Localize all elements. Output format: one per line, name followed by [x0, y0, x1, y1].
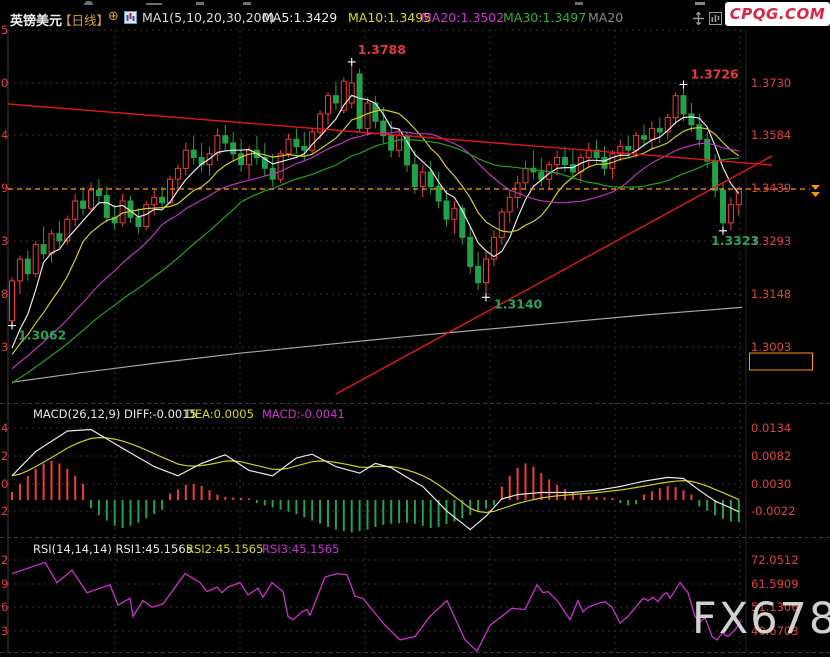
axis-label: 61.5909	[751, 577, 799, 591]
ma20-line	[11, 130, 739, 370]
axis-label: 3	[1, 234, 8, 248]
axis-label: 0.0134	[751, 421, 791, 435]
axis-label: 1.3148	[751, 287, 791, 301]
ma30-value: MA30:1.3497	[503, 10, 587, 25]
axis-label: 4	[1, 421, 8, 435]
macd-params-diff: MACD(26,12,9) DIFF:-0.0015	[33, 407, 197, 421]
ma200-value: MA20	[588, 10, 624, 25]
axis-label: 9	[1, 577, 8, 591]
macd-dea-value: DEA:0.0005	[186, 407, 254, 421]
trading-app: 1.3730 1.3584 1.3439 1.3293 1.3148 1.3003 5 0 4 9…	[0, 0, 830, 657]
rsi2-value: RSI2:45.1565	[186, 542, 264, 556]
axis-label: 1.3730	[751, 76, 791, 90]
axis-label: 9	[1, 181, 8, 195]
axis-label: 6	[1, 600, 8, 614]
symbol-name[interactable]: 英镑美元	[10, 10, 62, 29]
rsi-line	[11, 561, 742, 653]
price-annotation: 1.3140	[494, 296, 543, 311]
gridlines	[8, 29, 746, 652]
last-price-box	[749, 352, 813, 371]
axis-label: 8	[1, 287, 8, 301]
rsi-params-rsi1: RSI(14,14,14) RSI1:45.1565	[33, 542, 193, 556]
price-line-marker-icon[interactable]	[811, 185, 820, 197]
period-selector[interactable]: 【日线】	[59, 10, 109, 29]
axis-label: 0.0082	[751, 449, 791, 463]
axis-label: 0.0030	[751, 477, 791, 491]
indicator-window-icon[interactable]	[709, 12, 722, 25]
extreme-cross-marker	[679, 80, 688, 89]
trendline-ascending[interactable]	[335, 155, 773, 395]
ma20-value: MA20:1.3502	[421, 10, 505, 25]
axis-label: 72.0512	[751, 553, 799, 567]
axis-label: 1.3439	[751, 181, 791, 195]
ma-config-label: MA1(5,10,20,30,200)	[142, 10, 275, 25]
axis-label: 0	[1, 477, 8, 491]
extreme-cross-marker	[347, 57, 356, 66]
extreme-cross-marker	[8, 321, 16, 330]
cpqg-logo-text: CPQG.COM	[729, 5, 826, 23]
fx678-watermark: FX678	[692, 594, 830, 644]
price-annotation: 1.3062	[18, 328, 66, 343]
pan-icon[interactable]	[692, 12, 705, 25]
chart-type-icon[interactable]	[124, 11, 137, 24]
axis-label: 2	[1, 504, 8, 518]
rsi3-value: RSI3:45.1565	[262, 542, 340, 556]
macd-macd-value: MACD:-0.0041	[262, 407, 345, 421]
axis-label: 2	[1, 553, 8, 567]
axis-label: 4	[1, 128, 8, 142]
axis-label: 2	[1, 449, 8, 463]
axis-label: 3	[1, 624, 8, 638]
axis-label: -0.0022	[751, 504, 795, 518]
ma5-value: MA5:1.3429	[262, 10, 338, 25]
price-annotation: 1.3323	[711, 233, 759, 248]
chart-canvas[interactable]: 1.37301.35841.34391.32931.31481.30035049…	[0, 0, 830, 657]
price-annotation: 1.3788	[358, 42, 406, 57]
axis-label: 1.3003	[751, 340, 791, 354]
price-annotation: 1.3726	[691, 67, 740, 82]
cpqg-logo-badge[interactable]: CPQG.COM	[725, 2, 830, 26]
axis-label: 0	[1, 76, 8, 90]
axis-label: 5	[1, 23, 8, 37]
axis-label: 3	[1, 340, 8, 354]
macd-histogram	[11, 460, 740, 533]
axis-label: 1.3584	[751, 128, 791, 142]
target-icon[interactable]: ⊕	[108, 9, 119, 24]
candles	[9, 61, 742, 326]
ma10-value: MA10:1.3495	[348, 10, 432, 25]
